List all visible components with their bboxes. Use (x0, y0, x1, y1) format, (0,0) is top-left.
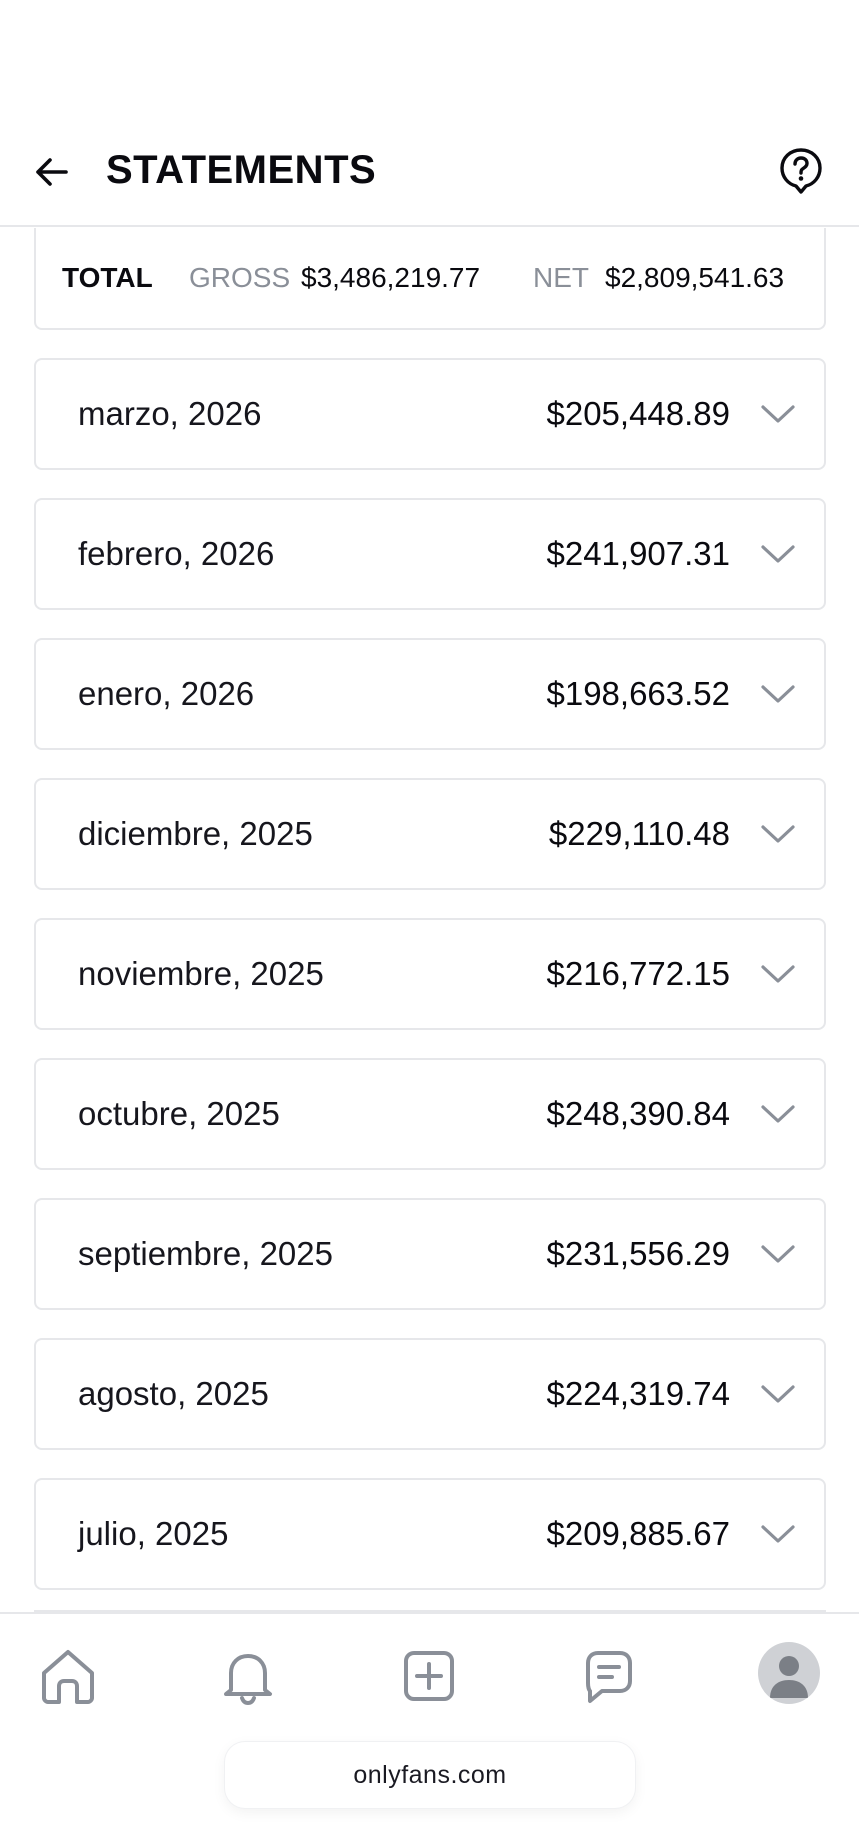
statement-row[interactable]: marzo, 2026 $205,448.89 (34, 358, 826, 470)
statement-row[interactable]: septiembre, 2025 $231,556.29 (34, 1198, 826, 1310)
statement-amount: $216,772.15 (546, 955, 730, 992)
chevron-down-icon[interactable] (758, 1514, 798, 1554)
statement-row[interactable]: julio, 2025 $209,885.67 (34, 1478, 826, 1590)
total-label: TOTAL (62, 262, 153, 293)
statement-month: septiembre, 2025 (78, 1235, 333, 1272)
nav-home-button[interactable] (36, 1644, 100, 1708)
chevron-down-icon[interactable] (758, 1094, 798, 1134)
statement-month: julio, 2025 (78, 1515, 229, 1552)
chevron-down-icon[interactable] (758, 814, 798, 854)
plus-square-icon (404, 1651, 454, 1701)
statement-amount: $198,663.52 (546, 675, 730, 712)
statement-month: febrero, 2026 (78, 535, 275, 572)
statement-row[interactable]: diciembre, 2025 $229,110.48 (34, 778, 826, 890)
net-label: NET (533, 262, 589, 293)
list-bottom-divider (34, 1610, 826, 1612)
nav-create-button[interactable] (397, 1644, 461, 1708)
gross-value: $3,486,219.77 (301, 262, 481, 293)
question-circle-icon (780, 148, 822, 194)
avatar[interactable] (758, 1642, 820, 1704)
statement-month: octubre, 2025 (78, 1095, 280, 1132)
statement-amount: $209,885.67 (546, 1515, 730, 1552)
bottom-nav (0, 1612, 859, 1742)
help-button[interactable] (776, 146, 826, 196)
net-value: $2,809,541.63 (605, 262, 785, 293)
chevron-down-icon[interactable] (758, 1374, 798, 1414)
chevron-down-icon[interactable] (758, 954, 798, 994)
user-silhouette-icon (770, 1656, 808, 1698)
statement-row[interactable]: agosto, 2025 $224,319.74 (34, 1338, 826, 1450)
statement-row[interactable]: octubre, 2025 $248,390.84 (34, 1058, 826, 1170)
statement-month: enero, 2026 (78, 675, 255, 712)
statement-month: noviembre, 2025 (78, 955, 324, 992)
statement-amount: $241,907.31 (546, 535, 730, 572)
message-icon (586, 1651, 632, 1703)
statement-month: agosto, 2025 (78, 1375, 269, 1412)
chevron-down-icon[interactable] (758, 534, 798, 574)
statement-amount: $248,390.84 (546, 1095, 730, 1132)
chevron-down-icon[interactable] (758, 394, 798, 434)
nav-messages-button[interactable] (577, 1644, 641, 1708)
page-title: STATEMENTS (106, 148, 377, 192)
bell-icon (224, 1654, 272, 1706)
url-text: onlyfans.com (353, 1760, 507, 1789)
statement-amount: $229,110.48 (548, 815, 730, 852)
statement-row[interactable]: enero, 2026 $198,663.52 (34, 638, 826, 750)
back-button[interactable] (30, 150, 74, 194)
home-icon (42, 1650, 94, 1704)
statements-list: marzo, 2026 $205,448.89 febrero, 2026 $241,… (34, 358, 826, 1618)
statement-amount: $205,448.89 (546, 395, 730, 432)
chevron-down-icon[interactable] (758, 674, 798, 714)
statement-amount: $231,556.29 (546, 1235, 730, 1272)
arrow-left-icon (36, 158, 68, 186)
statements-page: STATEMENTS TOTAL GROSS $3,486,219.77 NET… (0, 0, 859, 1830)
totals-card: TOTAL GROSS $3,486,219.77 NET $2,809,541… (34, 228, 826, 330)
statement-month: diciembre, 2025 (78, 815, 313, 852)
statement-row[interactable]: noviembre, 2025 $216,772.15 (34, 918, 826, 1030)
header-bar: STATEMENTS (0, 118, 859, 227)
nav-notifications-button[interactable] (216, 1644, 280, 1708)
statement-month: marzo, 2026 (78, 395, 262, 432)
statement-amount: $224,319.74 (546, 1375, 730, 1412)
statement-row[interactable]: febrero, 2026 $241,907.31 (34, 498, 826, 610)
chevron-down-icon[interactable] (758, 1234, 798, 1274)
browser-url-bar[interactable]: onlyfans.com (225, 1742, 635, 1808)
gross-label: GROSS (189, 262, 291, 293)
